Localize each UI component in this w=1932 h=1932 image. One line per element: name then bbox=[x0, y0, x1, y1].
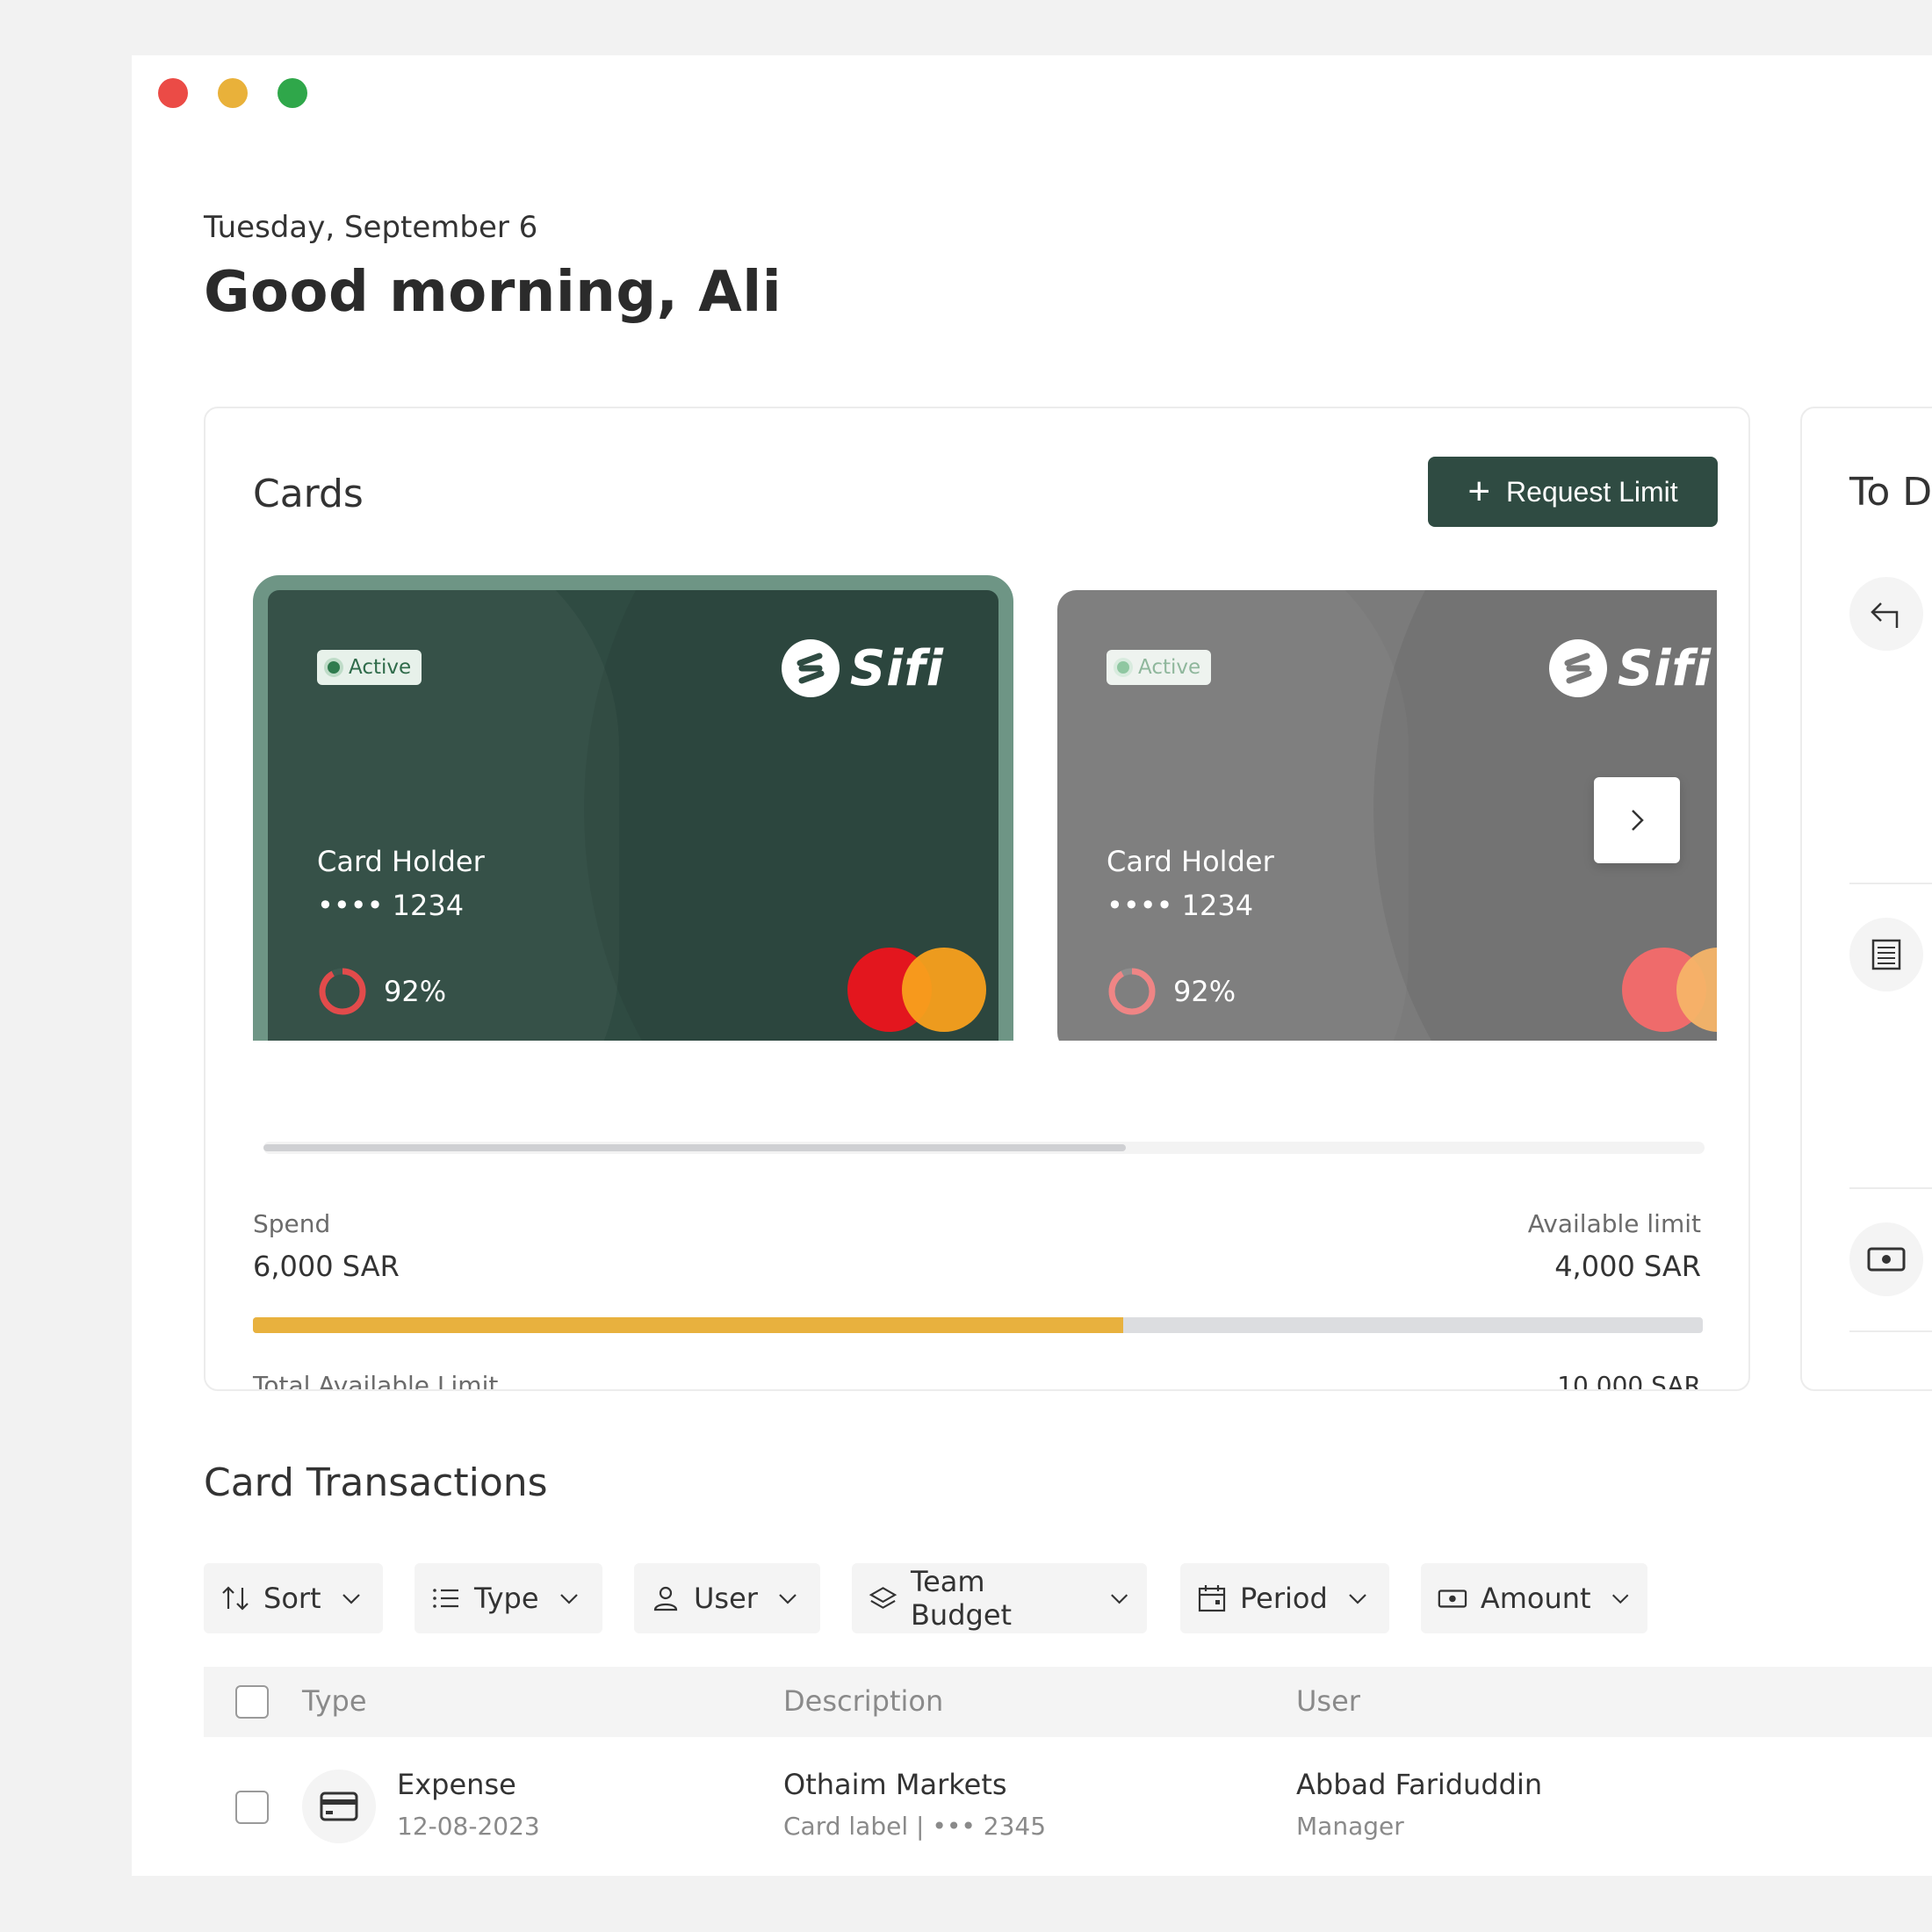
current-date: Tuesday, September 6 bbox=[204, 210, 538, 245]
usage-ring-icon bbox=[1108, 968, 1156, 1015]
card-carousel-scrollbar[interactable] bbox=[263, 1142, 1705, 1154]
brand-logo: Sifi bbox=[1549, 639, 1712, 697]
return-arrow-icon[interactable] bbox=[1849, 577, 1923, 651]
sort-filter-label: Sort bbox=[263, 1582, 321, 1615]
period-filter[interactable]: Period bbox=[1180, 1563, 1389, 1633]
window-minimize-button[interactable] bbox=[218, 78, 248, 108]
calendar-icon bbox=[1198, 1585, 1226, 1612]
card-carousel[interactable]: Active Sifi Card Holder •••• 1234 92% Ac… bbox=[253, 575, 1717, 1041]
chevron-down-icon bbox=[779, 1594, 797, 1604]
sifi-logo-icon bbox=[1549, 639, 1607, 697]
table-row[interactable]: Expense 12-08-2023 Othaim Markets Card l… bbox=[204, 1743, 1932, 1875]
usage-percent: 92% bbox=[384, 975, 447, 1008]
app-window: Tuesday, September 6 Good morning, Ali C… bbox=[132, 55, 1932, 1876]
transaction-date: 12-08-2023 bbox=[397, 1812, 540, 1841]
payment-card-selected[interactable]: Active Sifi Card Holder •••• 1234 92% bbox=[253, 575, 1013, 1041]
chevron-down-icon bbox=[559, 1594, 578, 1604]
card-number: •••• 1234 bbox=[1107, 889, 1254, 922]
status-dot-icon bbox=[1117, 661, 1129, 674]
available-limit-label: Available limit bbox=[1527, 1209, 1701, 1238]
status-dot-icon bbox=[328, 661, 340, 674]
type-filter[interactable]: Type bbox=[415, 1563, 602, 1633]
greeting-title: Good morning, Ali bbox=[204, 260, 782, 325]
transaction-type: Expense bbox=[397, 1768, 516, 1801]
sort-filter[interactable]: Sort bbox=[204, 1563, 383, 1633]
window-maximize-button[interactable] bbox=[278, 78, 307, 108]
card-holder: Card Holder bbox=[317, 845, 485, 878]
cash-icon[interactable] bbox=[1849, 1222, 1923, 1296]
period-filter-label: Period bbox=[1240, 1582, 1328, 1615]
layers-icon bbox=[869, 1587, 898, 1609]
transaction-description: Othaim Markets bbox=[783, 1768, 1007, 1801]
brand-name: Sifi bbox=[849, 639, 944, 697]
cards-panel: Cards + Request Limit Active Sifi Card H… bbox=[204, 407, 1750, 1391]
receipt-icon[interactable] bbox=[1849, 918, 1923, 991]
plus-icon: + bbox=[1467, 470, 1491, 513]
usage-ring-icon bbox=[319, 968, 366, 1015]
transaction-card-label: Card label | ••• 2345 bbox=[783, 1812, 1047, 1841]
select-all-checkbox[interactable] bbox=[235, 1685, 269, 1719]
user-filter[interactable]: User bbox=[634, 1563, 820, 1633]
list-icon bbox=[433, 1589, 458, 1608]
scrollbar-thumb[interactable] bbox=[263, 1144, 1126, 1151]
transaction-user: Abbad Fariduddin bbox=[1296, 1768, 1543, 1801]
request-limit-button[interactable]: + Request Limit bbox=[1428, 457, 1718, 527]
column-header-description[interactable]: Description bbox=[783, 1684, 943, 1718]
brand-logo: Sifi bbox=[781, 639, 944, 697]
spend-progress-fill bbox=[253, 1317, 1123, 1333]
brand-name: Sifi bbox=[1618, 639, 1712, 697]
available-limit-value: 4,000 SAR bbox=[1554, 1250, 1701, 1283]
total-limit-value: 10,000 SAR bbox=[1557, 1371, 1701, 1391]
transaction-user-role: Manager bbox=[1296, 1812, 1404, 1841]
spend-progress-bar bbox=[253, 1317, 1703, 1333]
status-badge: Active bbox=[1107, 650, 1212, 685]
cash-icon bbox=[1438, 1590, 1467, 1608]
chevron-down-icon bbox=[1611, 1594, 1629, 1604]
spend-value: 6,000 SAR bbox=[253, 1250, 400, 1283]
transactions-title: Card Transactions bbox=[204, 1460, 548, 1505]
team-budget-filter[interactable]: Team Budget bbox=[852, 1563, 1147, 1633]
mastercard-logo-icon bbox=[847, 948, 988, 1032]
status-badge: Active bbox=[317, 650, 422, 685]
status-badge-label: Active bbox=[349, 656, 412, 679]
column-header-user[interactable]: User bbox=[1296, 1684, 1360, 1718]
total-limit-label: Total Available Limit bbox=[253, 1371, 499, 1391]
status-badge-label: Active bbox=[1138, 656, 1201, 679]
amount-filter-label: Amount bbox=[1480, 1582, 1591, 1615]
mastercard-logo-icon bbox=[1622, 948, 1717, 1032]
card-holder: Card Holder bbox=[1107, 845, 1274, 878]
transactions-table-header: Type Description User bbox=[204, 1667, 1932, 1737]
chevron-down-icon bbox=[1110, 1594, 1128, 1604]
todo-title: To D bbox=[1849, 470, 1932, 515]
card-usage: 92% bbox=[1107, 966, 1236, 1017]
amount-filter[interactable]: Amount bbox=[1421, 1563, 1647, 1633]
cards-title: Cards bbox=[253, 472, 364, 516]
card-number: •••• 1234 bbox=[317, 889, 465, 922]
card-usage: 92% bbox=[317, 966, 446, 1017]
chevron-down-icon bbox=[342, 1594, 360, 1604]
user-filter-label: User bbox=[694, 1582, 758, 1615]
todo-panel: To D bbox=[1800, 407, 1932, 1391]
next-card-button[interactable] bbox=[1594, 777, 1680, 863]
request-limit-label: Request Limit bbox=[1506, 475, 1678, 508]
user-icon bbox=[653, 1586, 678, 1611]
spend-label: Spend bbox=[253, 1209, 331, 1238]
window-close-button[interactable] bbox=[158, 78, 188, 108]
chevron-down-icon bbox=[1349, 1594, 1366, 1604]
type-filter-label: Type bbox=[474, 1582, 539, 1615]
row-checkbox[interactable] bbox=[235, 1791, 269, 1824]
sort-icon bbox=[222, 1586, 249, 1611]
usage-percent: 92% bbox=[1173, 975, 1236, 1008]
team-budget-filter-label: Team Budget bbox=[910, 1565, 1013, 1632]
credit-card-icon bbox=[302, 1770, 376, 1843]
sifi-logo-icon bbox=[781, 639, 840, 697]
chevron-right-icon bbox=[1632, 810, 1644, 831]
column-header-type[interactable]: Type bbox=[302, 1684, 367, 1718]
